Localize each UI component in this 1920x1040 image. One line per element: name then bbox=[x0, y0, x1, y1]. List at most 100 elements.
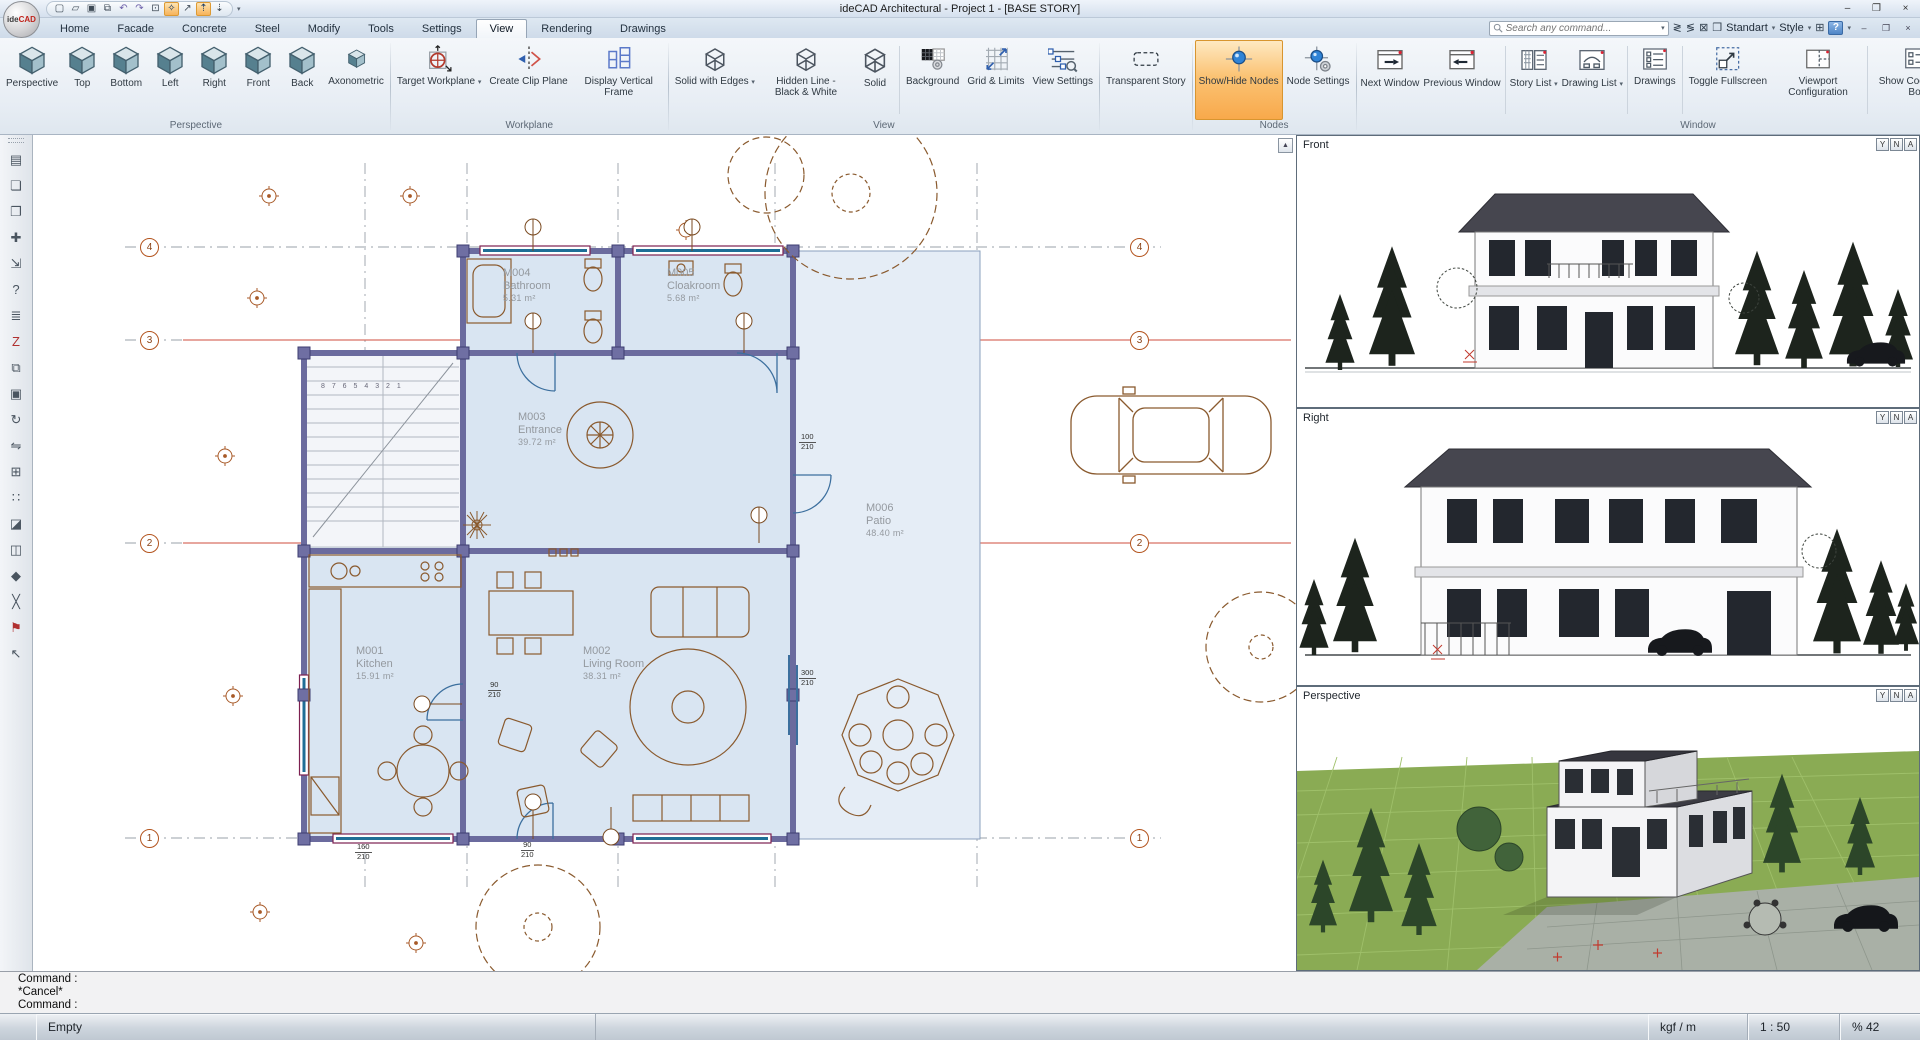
revert-view[interactable]: ⊡ bbox=[148, 2, 163, 16]
stretch-element[interactable]: ⇲ bbox=[4, 251, 29, 276]
left-view-button[interactable]: Left bbox=[148, 40, 192, 120]
viewport-button-2[interactable]: N bbox=[1890, 411, 1903, 424]
report[interactable]: ≣ bbox=[4, 303, 29, 328]
tab-view[interactable]: View bbox=[476, 19, 528, 38]
move-node[interactable]: ↗ bbox=[180, 2, 195, 16]
drawing-list-button[interactable]: Drawing List ▾ bbox=[1560, 40, 1625, 120]
tab-steel[interactable]: Steel bbox=[241, 19, 294, 38]
mirror-element[interactable]: ⇋ bbox=[4, 433, 29, 458]
search-caret-icon[interactable]: ▾ bbox=[1661, 24, 1665, 32]
clip-plane-tool[interactable]: ◪ bbox=[4, 511, 29, 536]
command-line-panel[interactable]: Command : *Cancel* Command : bbox=[0, 971, 1920, 1013]
element-properties[interactable]: ▤ bbox=[4, 147, 29, 172]
story-list-button[interactable]: Story List ▾ bbox=[1508, 40, 1560, 120]
status-scale[interactable]: 1 : 50 bbox=[1748, 1014, 1840, 1040]
command-search-box[interactable]: ▾ bbox=[1489, 21, 1669, 36]
save[interactable]: ▣ bbox=[84, 2, 99, 16]
back-view-button[interactable]: Back bbox=[280, 40, 324, 120]
deselect-element[interactable]: ❐ bbox=[4, 199, 29, 224]
undo[interactable]: ↶ bbox=[116, 2, 131, 16]
grid-limits-button[interactable]: Grid & Limits bbox=[963, 40, 1028, 120]
drawings-button[interactable]: Drawings bbox=[1630, 40, 1680, 120]
doc-close-button[interactable]: × bbox=[1899, 20, 1917, 36]
tab-facade[interactable]: Facade bbox=[103, 19, 168, 38]
tab-home[interactable]: Home bbox=[46, 19, 103, 38]
style-select[interactable]: Style▾ bbox=[1779, 22, 1811, 34]
solid-button[interactable]: Solid bbox=[853, 40, 897, 120]
tab-modify[interactable]: Modify bbox=[294, 19, 354, 38]
viewport-button-1[interactable]: Y bbox=[1876, 411, 1889, 424]
tab-tools[interactable]: Tools bbox=[354, 19, 408, 38]
help-button[interactable]: ? bbox=[1828, 21, 1843, 35]
show-hide-nodes-button[interactable]: Show/Hide Nodes bbox=[1195, 40, 1283, 120]
previous-window-button[interactable]: Previous Window bbox=[1421, 40, 1502, 120]
edit-nodes[interactable]: ✧ bbox=[164, 2, 179, 16]
create-clip-plane-button[interactable]: Create Clip Plane bbox=[485, 40, 571, 120]
window-mode-icon[interactable]: ❒ bbox=[1712, 21, 1722, 35]
copy-element[interactable]: ⧉ bbox=[4, 355, 29, 380]
reference-flag[interactable]: ⚑ bbox=[4, 615, 29, 640]
solid-with-edges-button[interactable]: Solid with Edges ▾ bbox=[671, 40, 759, 120]
render-camera[interactable]: ▣ bbox=[4, 381, 29, 406]
viewport-right[interactable]: Right Y N A bbox=[1296, 408, 1920, 686]
save-all[interactable]: ⧉ bbox=[100, 2, 115, 16]
layer-stack-icon[interactable]: ≶ bbox=[1686, 21, 1695, 35]
viewport-front[interactable]: Front Y N A bbox=[1296, 135, 1920, 408]
new-file[interactable]: ▢ bbox=[52, 2, 67, 16]
close-button[interactable]: × bbox=[1891, 1, 1920, 17]
search-input[interactable] bbox=[1506, 23, 1658, 34]
select-by-element[interactable]: ❏ bbox=[4, 173, 29, 198]
rotate-element[interactable]: ↻ bbox=[4, 407, 29, 432]
app-logo[interactable]: ideCAD bbox=[3, 1, 40, 38]
tab-concrete[interactable]: Concrete bbox=[168, 19, 241, 38]
viewport-button-1[interactable]: Y bbox=[1876, 689, 1889, 702]
selection-filter-icon[interactable]: ⊠ bbox=[1699, 21, 1708, 35]
target-workplane-button[interactable]: Target Workplane ▾ bbox=[393, 40, 486, 120]
break-line[interactable]: ╳ bbox=[4, 589, 29, 614]
massing-tool[interactable]: ◆ bbox=[4, 563, 29, 588]
viewport-button-1[interactable]: Y bbox=[1876, 138, 1889, 151]
open-project[interactable]: ▱ bbox=[68, 2, 83, 16]
viewport-configuration-button[interactable]: Viewport Configuration bbox=[1771, 40, 1865, 120]
pick-corner[interactable]: ↖ bbox=[4, 641, 29, 666]
show-coordinate-box-button[interactable]: Show Coordinate Box bbox=[1870, 40, 1920, 120]
status-units[interactable]: kgf / m bbox=[1648, 1014, 1748, 1040]
viewport-button-3[interactable]: A bbox=[1904, 689, 1917, 702]
qat-more-icon[interactable]: ▾ bbox=[237, 5, 241, 13]
toggle-fullscreen-button[interactable]: Toggle Fullscreen bbox=[1685, 40, 1771, 120]
font-tool-icon[interactable]: ⊞ bbox=[1815, 21, 1824, 35]
cascade-windows[interactable]: ⊞ bbox=[4, 459, 29, 484]
transparent-story-button[interactable]: Transparent Story bbox=[1102, 40, 1190, 120]
doc-restore-button[interactable]: ❐ bbox=[1877, 20, 1895, 36]
canvas-scroll-up-icon[interactable]: ▲ bbox=[1278, 138, 1293, 153]
status-zoom[interactable]: % 42 bbox=[1840, 1014, 1920, 1040]
restore-button[interactable]: ❐ bbox=[1862, 1, 1891, 17]
viewport-button-3[interactable]: A bbox=[1904, 138, 1917, 151]
display-vertical-frame-button[interactable]: Display Vertical Frame bbox=[572, 40, 666, 120]
library-objects[interactable]: ◫ bbox=[4, 537, 29, 562]
doc-minimize-button[interactable]: – bbox=[1855, 20, 1873, 36]
viewport-button-2[interactable]: N bbox=[1890, 689, 1903, 702]
tab-settings[interactable]: Settings bbox=[408, 19, 476, 38]
layer-list-icon[interactable]: ≷ bbox=[1673, 21, 1682, 35]
minimize-button[interactable]: – bbox=[1833, 1, 1862, 17]
node-points[interactable]: ∷ bbox=[4, 485, 29, 510]
object-info[interactable]: ? bbox=[4, 277, 29, 302]
next-window-button[interactable]: Next Window bbox=[1359, 40, 1422, 120]
axonometric-button[interactable]: Axonometric bbox=[324, 40, 388, 120]
tab-drawings[interactable]: Drawings bbox=[606, 19, 680, 38]
tab-rendering[interactable]: Rendering bbox=[527, 19, 606, 38]
help-caret-icon[interactable]: ▾ bbox=[1847, 24, 1851, 32]
viewport-button-3[interactable]: A bbox=[1904, 411, 1917, 424]
bottom-view-button[interactable]: Bottom bbox=[104, 40, 148, 120]
right-view-button[interactable]: Right bbox=[192, 40, 236, 120]
standart-select[interactable]: Standart▾ bbox=[1726, 22, 1775, 34]
lower-level[interactable]: ⇣ bbox=[212, 2, 227, 16]
move-element[interactable]: ✚ bbox=[4, 225, 29, 250]
toolbar-drag-handle[interactable] bbox=[8, 138, 24, 143]
perspective-button[interactable]: Perspective bbox=[4, 40, 60, 120]
viewport-button-2[interactable]: N bbox=[1890, 138, 1903, 151]
front-view-button[interactable]: Front bbox=[236, 40, 280, 120]
plan-canvas[interactable]: 4 3 2 1 4 3 2 1 M004Bathroom5.31 m² M005… bbox=[33, 135, 1296, 971]
section-tool[interactable]: Z bbox=[4, 329, 29, 354]
